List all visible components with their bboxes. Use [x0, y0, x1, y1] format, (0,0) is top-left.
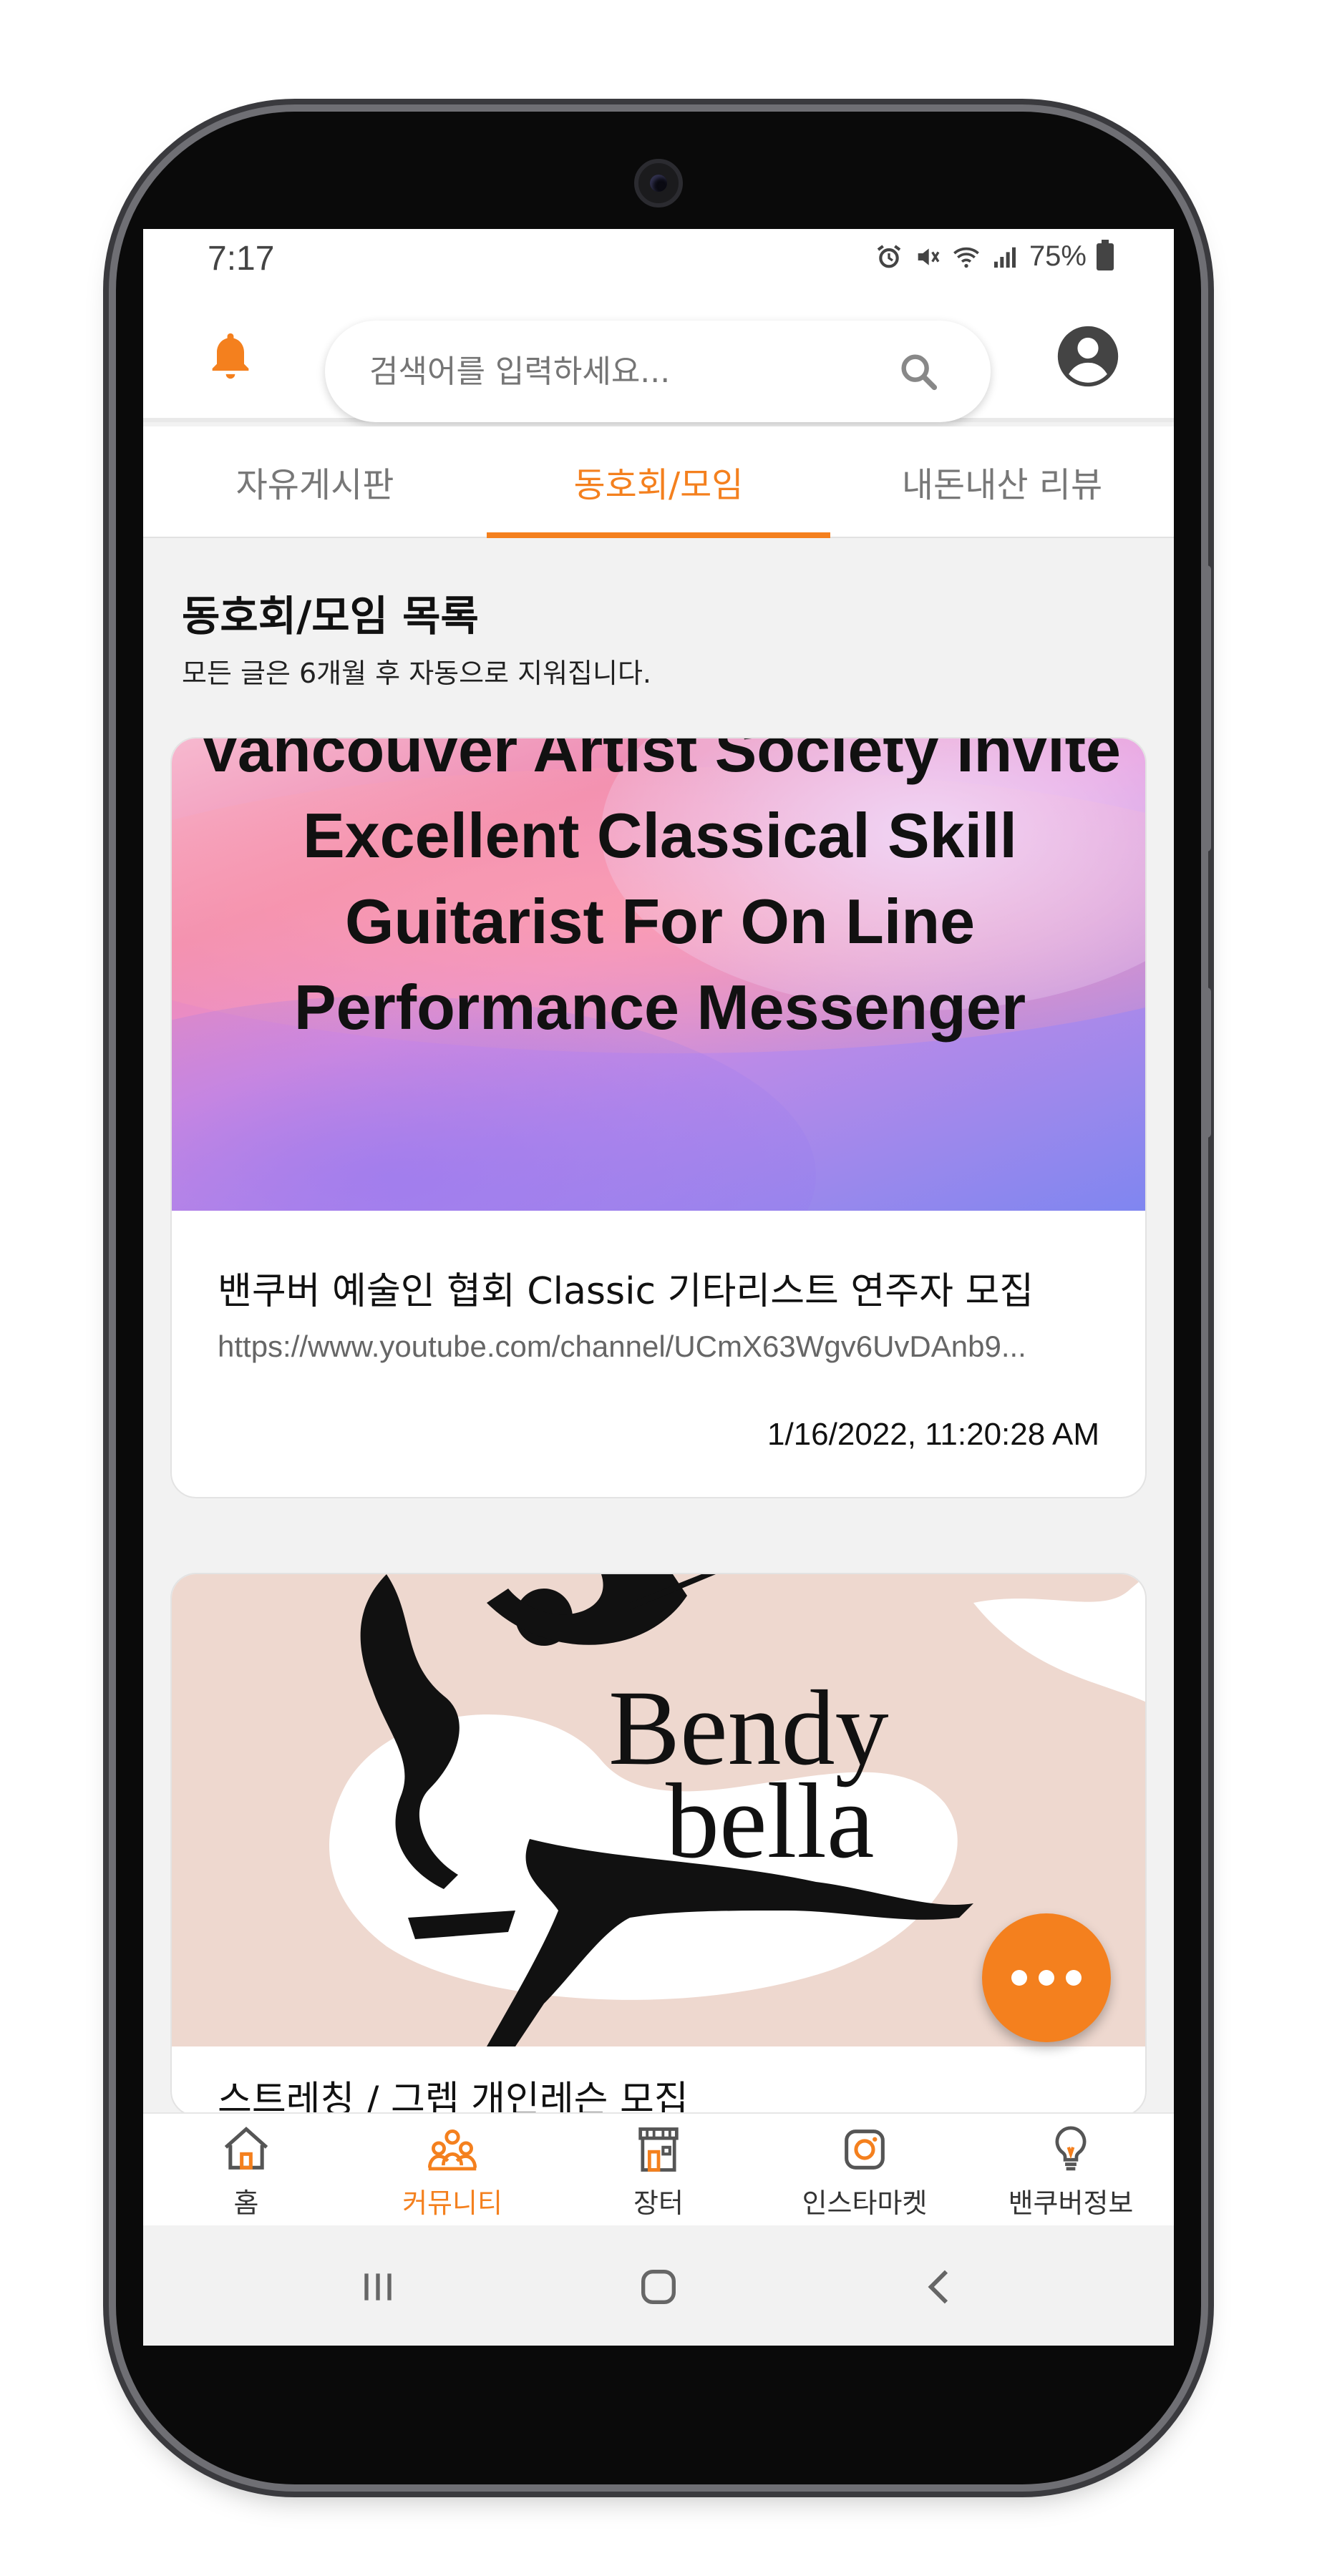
- nav-item-market[interactable]: 장터: [555, 2114, 762, 2225]
- lightbulb-icon: [1055, 2126, 1087, 2171]
- post-title: 밴쿠버 예술인 협회 Classic 기타리스트 연주자 모집: [218, 1270, 1034, 1313]
- nav-item-home[interactable]: 홈: [143, 2114, 349, 2225]
- front-camera: [634, 159, 683, 208]
- svg-text:bella: bella: [666, 1762, 875, 1880]
- dot-icon: [1066, 1970, 1082, 1986]
- tab-clubs[interactable]: 동호회/모임: [487, 426, 830, 538]
- tab-reviews[interactable]: 내돈내산 리뷰: [830, 426, 1174, 537]
- status-icons: 75%: [875, 239, 1114, 273]
- home-icon: [224, 2127, 268, 2170]
- recent-apps-button[interactable]: [355, 2264, 401, 2310]
- bottom-nav: 홈 커뮤니티 장터 인스타마켓 밴쿠버정보: [143, 2112, 1174, 2225]
- instagram-icon: [845, 2129, 885, 2170]
- nav-label: 커뮤니티: [402, 2187, 502, 2219]
- search-bar[interactable]: [325, 321, 991, 422]
- post-date: 1/16/2022, 11:20:28 AM: [767, 1417, 1099, 1452]
- wifi-icon: [952, 243, 981, 271]
- post-image: Vancouver Artist Society Invite Excellen…: [172, 738, 1145, 1211]
- section-title: 동호회/모임 목록: [182, 592, 479, 640]
- alarm-icon: [875, 243, 903, 271]
- tab-free-board[interactable]: 자유게시판: [143, 426, 487, 537]
- power-button: [1201, 987, 1211, 1138]
- community-icon: [427, 2129, 477, 2171]
- post-title: 스트레칭 / 그렙 개인레슨 모집: [218, 2079, 689, 2117]
- market-icon: [638, 2127, 679, 2172]
- system-nav-bar: [143, 2225, 1174, 2346]
- section-subtitle: 모든 글은 6개월 후 자동으로 지워집니다.: [182, 658, 652, 689]
- post-link[interactable]: https://www.youtube.com/channel/UCmX63Wg…: [218, 1330, 1105, 1364]
- nav-label: 장터: [633, 2187, 684, 2219]
- battery-percent: 75%: [1029, 240, 1087, 272]
- nav-item-community[interactable]: 커뮤니티: [349, 2114, 555, 2225]
- battery-icon: [1097, 239, 1114, 270]
- top-bar: [143, 289, 1174, 422]
- nav-label: 밴쿠버정보: [1008, 2187, 1134, 2219]
- volume-button: [1201, 565, 1211, 852]
- post-card[interactable]: Vancouver Artist Society Invite Excellen…: [170, 737, 1147, 1498]
- category-tabs: 자유게시판 동호회/모임 내돈내산 리뷰: [143, 426, 1174, 538]
- account-icon[interactable]: [1055, 323, 1121, 389]
- post-card[interactable]: Bendy bella 스트레칭 / 그렙 개인레슨 모집: [170, 1573, 1147, 2117]
- dot-icon: [1011, 1970, 1027, 1986]
- screen: 7:17 75% 검색어를 입력하세요... 자유게시판 동호회/모임 내돈내산…: [143, 229, 1174, 2346]
- mute-icon: [913, 243, 942, 271]
- nav-label: 인스타마켓: [802, 2187, 928, 2219]
- status-bar: 7:17 75%: [143, 229, 1174, 289]
- more-options-button[interactable]: [982, 1913, 1111, 2042]
- post-image-text: Vancouver Artist Society Invite Excellen…: [199, 738, 1121, 1043]
- nav-item-instamarket[interactable]: 인스타마켓: [762, 2114, 968, 2225]
- nav-item-vancouver-info[interactable]: 밴쿠버정보: [968, 2114, 1174, 2225]
- back-button[interactable]: [918, 2264, 963, 2310]
- search-input[interactable]: [369, 342, 885, 401]
- signal-icon: [991, 243, 1019, 271]
- home-button[interactable]: [636, 2264, 681, 2310]
- status-time: 7:17: [208, 240, 275, 278]
- bell-icon[interactable]: [203, 328, 258, 382]
- nav-label: 홈: [233, 2187, 259, 2219]
- search-icon[interactable]: [896, 349, 942, 395]
- dot-icon: [1039, 1970, 1054, 1986]
